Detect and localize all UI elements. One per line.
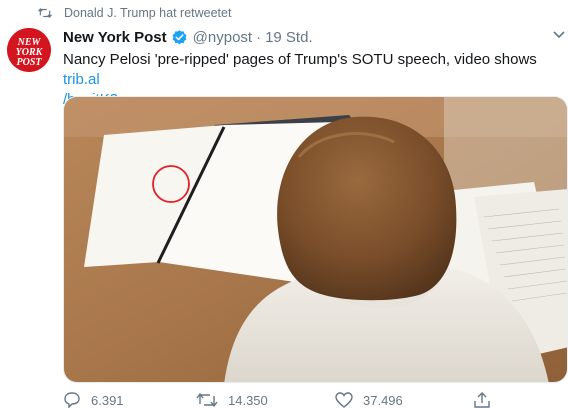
tweet-header: New York Post @nypost · 19 Std. [63,27,313,47]
retweet-count: 14.350 [228,392,268,408]
heart-icon [335,392,353,408]
tweet-body: Nancy Pelosi 'pre-ripped' pages of Trump… [63,51,537,68]
author-handle[interactable]: @nypost [193,29,252,46]
chevron-down-icon[interactable] [552,28,566,42]
tweet-media-image[interactable] [63,96,568,383]
avatar[interactable]: NEW YORK POST [7,28,51,72]
share-icon [474,392,490,408]
retweet-action[interactable]: 14.350 [196,392,268,408]
like-count: 37.496 [363,392,403,408]
timestamp[interactable]: 19 Std. [265,29,313,46]
reply-icon [64,392,80,408]
author-name[interactable]: New York Post [63,29,167,46]
retweet-action-icon [196,392,218,408]
retweet-icon [38,7,52,19]
separator-dot: · [256,28,262,46]
reply-count: 6.391 [91,392,124,408]
avatar-logo-line3: POST [17,57,43,68]
photo [64,97,567,382]
share-action[interactable] [473,392,501,408]
retweet-context[interactable]: Donald J. Trump hat retweetet [38,5,231,21]
tweet-link-part1[interactable]: trib.al [63,71,100,88]
retweet-context-text: Donald J. Trump hat retweetet [64,6,232,20]
like-action[interactable]: 37.496 [335,392,403,408]
verified-badge-icon [172,29,187,44]
reply-action[interactable]: 6.391 [63,392,124,408]
tweet-actions: 6.391 14.350 37.496 [63,392,568,408]
